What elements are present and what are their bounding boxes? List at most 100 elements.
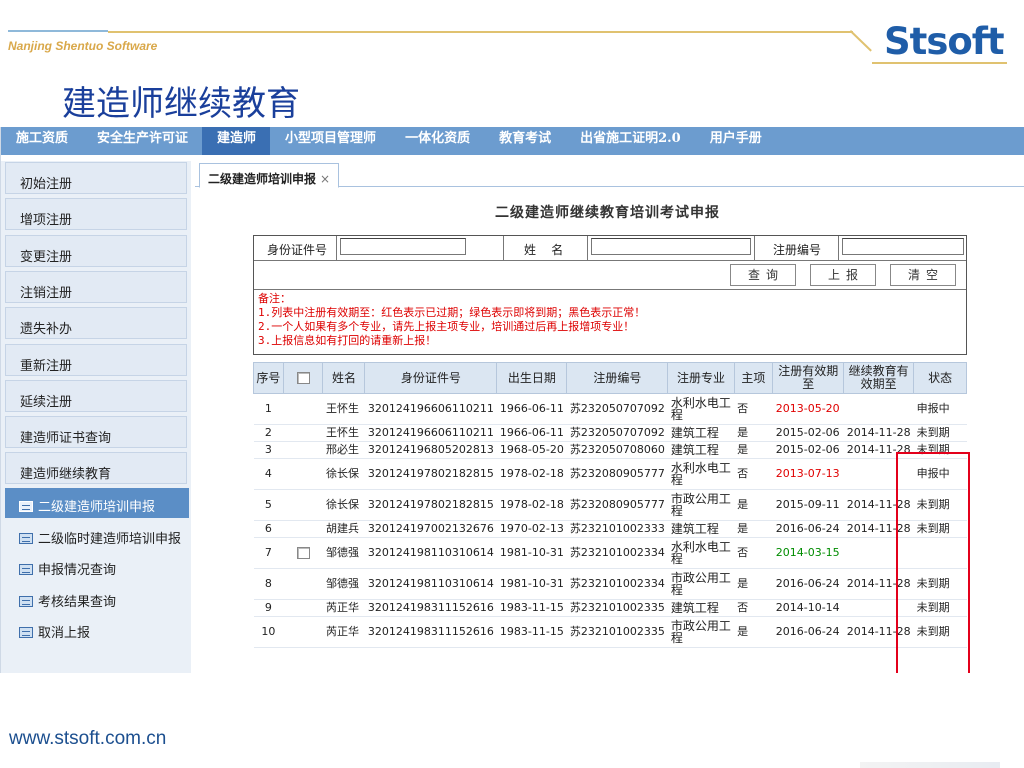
sidebar-subitem-4[interactable]: 取消上报 bbox=[5, 614, 189, 644]
nav-item-4[interactable]: 一体化资质 bbox=[390, 127, 484, 155]
sidebar-subitem-label: 考核结果查询 bbox=[38, 594, 117, 610]
sidebar-item-8[interactable]: 建造师继续教育 bbox=[5, 452, 187, 485]
cell-birth: 1983-11-15 bbox=[496, 616, 567, 648]
close-icon[interactable]: × bbox=[320, 172, 330, 186]
cell-edu bbox=[843, 393, 914, 425]
select-all-checkbox[interactable] bbox=[296, 372, 310, 384]
footer-url[interactable]: www.stsoft.com.cn bbox=[9, 728, 166, 750]
cell-valid: 2016-06-24 bbox=[772, 520, 844, 538]
sidebar-item-3[interactable]: 注销注册 bbox=[5, 270, 187, 303]
cell-name: 邹德强 bbox=[322, 537, 365, 569]
nav-item-7[interactable]: 用户手册 bbox=[695, 127, 776, 155]
sidebar-item-2[interactable]: 变更注册 bbox=[5, 234, 187, 267]
cell-major: 市政公用工程 bbox=[667, 489, 735, 521]
col-header-select-all[interactable] bbox=[282, 362, 324, 394]
cell-reg: 苏232050708060 bbox=[566, 441, 668, 459]
sidebar-subitem-1[interactable]: 二级临时建造师培训申报 bbox=[5, 520, 189, 550]
cell-id: 320124198311152616 bbox=[364, 599, 497, 617]
cell-valid: 2015-02-06 bbox=[772, 441, 844, 459]
col-header: 出生日期 bbox=[496, 362, 568, 394]
sidebar-subitem-label: 二级建造师培训申报 bbox=[38, 500, 156, 515]
col-header: 继续教育有效期至 bbox=[843, 362, 915, 394]
sidebar-item-4[interactable]: 遗失补办 bbox=[5, 307, 187, 340]
main-content: 二级建造师继续教育培训考试申报 身份证件号 姓 名 注册编号 查询 上报 清空 … bbox=[195, 188, 1024, 673]
cell-name: 王怀生 bbox=[322, 393, 365, 425]
cell-major: 建筑工程 bbox=[667, 520, 735, 538]
sidebar-item-7[interactable]: 建造师证书查询 bbox=[5, 416, 187, 449]
search-form: 身份证件号 姓 名 注册编号 查询 上报 清空 备注： 1.列表中注册有效期至：… bbox=[253, 235, 967, 355]
clear-button[interactable]: 清空 bbox=[890, 264, 956, 286]
table-row[interactable]: 5 徐长保 320124197802182815 1978-02-18 苏2320809… bbox=[253, 489, 967, 521]
table-row[interactable]: 9 芮正华 320124198311152616 1983-11-15 苏2321010… bbox=[253, 599, 967, 617]
table-row[interactable]: 10 芮正华 320124198311152616 1983-11-15 苏232101… bbox=[253, 616, 967, 648]
cell-reg: 苏232080905777 bbox=[566, 458, 668, 490]
row-select-cell[interactable] bbox=[283, 489, 323, 521]
table-row[interactable]: 4 徐长保 320124197802182815 1978-02-18 苏2320809… bbox=[253, 458, 967, 490]
row-select-cell[interactable] bbox=[283, 599, 323, 617]
row-select-cell[interactable] bbox=[283, 616, 323, 648]
sidebar-subitem-0[interactable]: 二级建造师培训申报 bbox=[5, 488, 189, 518]
cell-name: 徐长保 bbox=[322, 458, 365, 490]
cell-name: 胡建兵 bbox=[322, 520, 365, 538]
sidebar-item-1[interactable]: 增项注册 bbox=[5, 198, 187, 231]
row-select-cell[interactable] bbox=[283, 458, 323, 490]
col-header: 注册编号 bbox=[566, 362, 669, 394]
query-button[interactable]: 查询 bbox=[730, 264, 796, 286]
sidebar: 初始注册增项注册 变更注册 注销注册遗失补办 重新注册 延续注册建造师证书查询 建造师继续… bbox=[1, 161, 191, 673]
table-header-row: 序号 姓名 身份证件号 出生日期 注册编号 注册专业 主项 注册有效期至 继续教… bbox=[253, 362, 967, 394]
notes-area: 备注： 1.列表中注册有效期至：红色表示已过期；绿色表示即将到期；黑色表示正常！ 2… bbox=[254, 290, 966, 354]
search-row: 身份证件号 姓 名 注册编号 bbox=[254, 236, 966, 261]
row-select-cell[interactable] bbox=[283, 424, 323, 442]
sidebar-item-5[interactable]: 重新注册 bbox=[5, 343, 187, 376]
reg-no-input[interactable] bbox=[842, 238, 964, 255]
name-input[interactable] bbox=[591, 238, 751, 255]
id-input[interactable] bbox=[340, 238, 466, 255]
cell-birth: 1981-10-31 bbox=[496, 568, 567, 600]
nav-item-0[interactable]: 施工资质 bbox=[1, 127, 82, 155]
tab-training-apply[interactable]: 二级建造师培训申报 × bbox=[199, 163, 340, 188]
table-body: 1 王怀生 320124196606110211 1966-06-11 苏2320507… bbox=[253, 393, 967, 648]
cell-major: 水利水电工程 bbox=[667, 393, 735, 425]
row-select-cell[interactable] bbox=[283, 441, 323, 459]
nav-item-5[interactable]: 教育考试 bbox=[484, 127, 565, 155]
sidebar-item-6[interactable]: 延续注册 bbox=[5, 379, 187, 412]
nav-item-1[interactable]: 安全生产许可证 bbox=[82, 127, 202, 155]
cell-birth: 1966-06-11 bbox=[496, 393, 567, 425]
cell-no: 2 bbox=[253, 424, 284, 442]
col-header: 注册专业 bbox=[667, 362, 735, 394]
table-row[interactable]: 7 邹德强 320124198110310614 1981-10-31 苏2321010… bbox=[253, 537, 967, 569]
row-select-cell[interactable] bbox=[283, 568, 323, 600]
sidebar-subitem-3[interactable]: 考核结果查询 bbox=[5, 583, 189, 613]
table-row[interactable]: 6 胡建兵 320124197002132676 1970-02-13 苏2321010… bbox=[253, 520, 967, 538]
sidebar-subitem-2[interactable]: 申报情况查询 bbox=[5, 551, 189, 581]
nav-item-3[interactable]: 小型项目管理师 bbox=[270, 127, 390, 155]
cell-major: 市政公用工程 bbox=[667, 568, 735, 600]
nav-item-6[interactable]: 出省施工证明2.0 bbox=[565, 127, 695, 155]
col-header: 状态 bbox=[913, 362, 967, 394]
cell-valid: 2015-02-06 bbox=[772, 424, 844, 442]
cell-no: 4 bbox=[253, 458, 284, 490]
table-row[interactable]: 8 邹德强 320124198110310614 1981-10-31 苏2321010… bbox=[253, 568, 967, 600]
cell-birth: 1981-10-31 bbox=[496, 537, 567, 569]
sidebar-item-0[interactable]: 初始注册 bbox=[5, 162, 187, 194]
form-title: 二级建造师继续教育培训考试申报 bbox=[495, 205, 720, 221]
cell-major: 水利水电工程 bbox=[667, 458, 735, 490]
table-row[interactable]: 2 王怀生 320124196606110211 1966-06-11 苏2320507… bbox=[253, 424, 967, 442]
table-row[interactable]: 3 邢必生 320124196805202813 1968-05-20 苏2320507… bbox=[253, 441, 967, 459]
table-row[interactable]: 1 王怀生 320124196606110211 1966-06-11 苏2320507… bbox=[253, 393, 967, 425]
cell-main: 是 bbox=[734, 616, 773, 648]
nav-item-2[interactable]: 建造师 bbox=[202, 127, 271, 155]
row-select-cell[interactable] bbox=[283, 520, 323, 538]
divider bbox=[838, 236, 839, 260]
row-select-cell[interactable] bbox=[283, 537, 323, 569]
cell-main: 是 bbox=[734, 424, 773, 442]
cell-main: 是 bbox=[734, 520, 773, 538]
cell-no: 9 bbox=[253, 599, 284, 617]
cell-birth: 1966-06-11 bbox=[496, 424, 567, 442]
sidebar-subitem-label: 取消上报 bbox=[38, 626, 91, 641]
cell-reg: 苏232101002335 bbox=[566, 599, 668, 617]
submit-button[interactable]: 上报 bbox=[810, 264, 876, 286]
row-select-cell[interactable] bbox=[283, 393, 323, 425]
cell-main: 否 bbox=[734, 599, 773, 617]
row-checkbox[interactable] bbox=[296, 547, 310, 559]
